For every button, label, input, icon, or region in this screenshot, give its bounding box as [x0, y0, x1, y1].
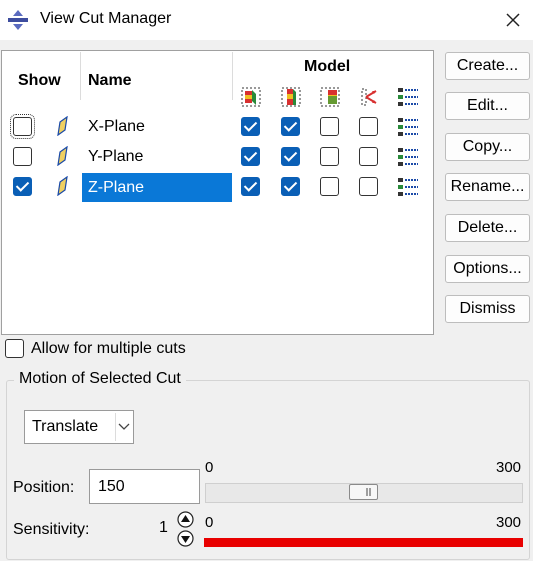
- row-model-checkbox[interactable]: [241, 147, 260, 166]
- row-options-icon[interactable]: [397, 146, 419, 173]
- row-show-checkbox[interactable]: [13, 147, 32, 166]
- sensitivity-max-label: 300: [496, 514, 522, 531]
- options-list-icon: [397, 86, 419, 113]
- plane-icon: [55, 115, 69, 141]
- row-options-icon[interactable]: [397, 116, 419, 143]
- arrow-down-icon: [177, 530, 194, 547]
- rename-button[interactable]: Rename...: [445, 173, 530, 201]
- motion-mode-value: Translate: [32, 418, 99, 435]
- cut-on-icon: [280, 86, 302, 113]
- row-model-checkbox[interactable]: [320, 177, 339, 196]
- delete-button[interactable]: Delete...: [445, 214, 530, 242]
- app-icon: [7, 9, 29, 31]
- close-button[interactable]: [498, 6, 528, 34]
- window-title: View Cut Manager: [40, 10, 172, 27]
- header-name: Name: [88, 72, 132, 89]
- position-max-label: 300: [496, 459, 522, 476]
- sensitivity-bar[interactable]: [204, 538, 523, 547]
- row-model-checkbox[interactable]: [281, 147, 300, 166]
- header-divider: [232, 52, 233, 100]
- header-show: Show: [18, 72, 61, 89]
- position-slider-thumb[interactable]: [349, 484, 378, 500]
- create-button[interactable]: Create...: [445, 52, 530, 80]
- row-model-checkbox[interactable]: [320, 117, 339, 136]
- close-icon: [506, 13, 520, 27]
- row-name-selected[interactable]: Z-Plane: [82, 173, 232, 202]
- copy-button[interactable]: Copy...: [445, 133, 530, 161]
- plane-icon: [55, 175, 69, 201]
- dismiss-button[interactable]: Dismiss: [445, 295, 530, 323]
- plane-icon: [55, 145, 69, 171]
- position-label: Position:: [13, 479, 75, 496]
- free-body-icon: [358, 86, 380, 113]
- header-model: Model: [304, 58, 351, 75]
- edit-button[interactable]: Edit...: [445, 92, 530, 120]
- row-show-checkbox[interactable]: [13, 177, 32, 196]
- row-model-checkbox[interactable]: [359, 147, 378, 166]
- row-model-checkbox[interactable]: [241, 177, 260, 196]
- cut-above-icon: [319, 86, 341, 113]
- row-model-checkbox[interactable]: [281, 177, 300, 196]
- row-name[interactable]: X-Plane: [82, 114, 232, 140]
- row-options-icon[interactable]: [397, 176, 419, 203]
- motion-group-title: Motion of Selected Cut: [14, 370, 186, 388]
- cut-below-icon: [240, 86, 262, 113]
- row-model-checkbox[interactable]: [241, 117, 260, 136]
- row-model-checkbox[interactable]: [359, 177, 378, 196]
- multiple-cuts-checkbox[interactable]: [5, 339, 24, 358]
- chevron-down-icon[interactable]: [115, 413, 131, 441]
- row-show-checkbox[interactable]: [10, 114, 35, 139]
- position-input[interactable]: 150: [89, 469, 200, 504]
- row-model-checkbox[interactable]: [281, 117, 300, 136]
- sensitivity-min-label: 0: [205, 514, 214, 531]
- row-model-checkbox[interactable]: [320, 147, 339, 166]
- arrow-up-icon: [177, 511, 194, 528]
- row-model-checkbox[interactable]: [359, 117, 378, 136]
- header-divider: [80, 52, 81, 100]
- row-name[interactable]: Y-Plane: [82, 144, 232, 170]
- sensitivity-down-button[interactable]: [177, 530, 194, 552]
- sensitivity-value: 1: [159, 519, 168, 536]
- options-button[interactable]: Options...: [445, 255, 530, 283]
- position-min-label: 0: [205, 459, 214, 476]
- motion-mode-select[interactable]: Translate: [24, 410, 134, 444]
- sensitivity-label: Sensitivity:: [13, 521, 90, 538]
- multiple-cuts-label: Allow for multiple cuts: [31, 340, 186, 357]
